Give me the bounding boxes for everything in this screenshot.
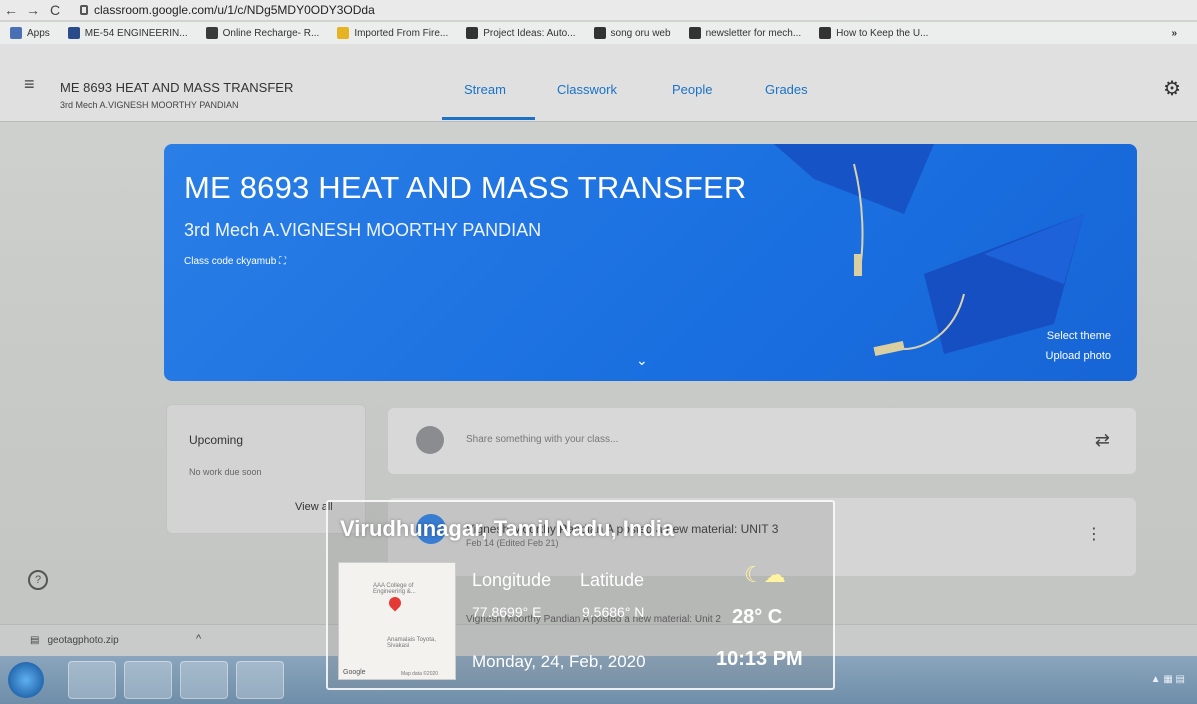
weather-night-icon: ☾☁ [744, 562, 786, 587]
map-pin-icon [386, 594, 404, 612]
bookmark-label[interactable]: newsletter for mech... [706, 28, 802, 39]
bookmark-icon [466, 27, 479, 39]
upcoming-title: Upcoming [189, 433, 244, 447]
bookmark-label[interactable]: How to Keep the U... [836, 28, 928, 39]
bookmark-item[interactable]: song oru web [593, 27, 671, 39]
latitude-label: Latitude [580, 570, 645, 590]
app-taskbar-icon[interactable] [180, 661, 228, 699]
download-item[interactable]: ▤ geotagphoto.zip [30, 635, 119, 646]
word-taskbar-icon[interactable] [236, 661, 284, 699]
classroom-header: ≡ ME 8693 HEAT AND MASS TRANSFER 3rd Mec… [0, 44, 1197, 122]
course-title[interactable]: ME 8693 HEAT AND MASS TRANSFER [60, 80, 293, 95]
longitude-label: Longitude [472, 570, 552, 590]
browser-toolbar: ← → C classroom.google.com/u/1/c/NDg5MDY… [0, 0, 1197, 20]
bookmark-item[interactable]: Imported From Fire... [337, 27, 448, 39]
select-theme-link[interactable]: Select theme [1047, 330, 1111, 342]
bookmark-icon [337, 27, 350, 39]
gear-icon[interactable]: ⚙ [1163, 76, 1181, 101]
map-brand: Google [343, 669, 366, 676]
download-filename[interactable]: geotagphoto.zip [47, 635, 118, 646]
banner-subtitle: 3rd Mech A.VIGNESH MOORTHY PANDIAN [184, 220, 542, 240]
bookmark-label[interactable]: song oru web [611, 28, 671, 39]
bookmark-label[interactable]: Project Ideas: Auto... [483, 28, 575, 39]
help-icon[interactable]: ? [28, 570, 48, 590]
bookmark-item[interactable]: Apps [10, 27, 50, 39]
class-code-text: Class code ckyamub [184, 256, 277, 267]
bookmark-label[interactable]: Online Recharge- R... [223, 28, 320, 39]
bookmark-icon [205, 27, 218, 39]
longitude-value: 77.8699° E [472, 604, 542, 620]
more-vert-icon[interactable]: ⋮ [1086, 524, 1102, 544]
menu-icon[interactable]: ≡ [24, 74, 35, 95]
bookmark-icon [593, 27, 606, 39]
bookmark-item[interactable]: ME-54 ENGINEERIN... [67, 27, 188, 39]
upcoming-empty: No work due soon [189, 467, 262, 477]
zip-file-icon: ▤ [30, 635, 40, 646]
tab-classwork[interactable]: Classwork [557, 82, 617, 97]
repost-icon[interactable]: ⇄ [1095, 430, 1110, 451]
chevron-up-icon[interactable]: ^ [196, 633, 201, 645]
banner-title: ME 8693 HEAT AND MASS TRANSFER [184, 170, 747, 205]
tab-grades[interactable]: Grades [765, 82, 808, 97]
explorer-taskbar-icon[interactable] [68, 661, 116, 699]
class-code: Class code ckyamub ⛶ [184, 256, 286, 267]
tab-stream[interactable]: Stream [464, 82, 506, 97]
geotag-overlay: Virudhunagar, Tamil Nadu, India AAA Coll… [326, 500, 835, 690]
geotag-map: AAA College of Engineering &... Anamalai… [338, 562, 456, 680]
class-banner: ME 8693 HEAT AND MASS TRANSFER 3rd Mech … [164, 144, 1137, 381]
back-icon[interactable]: ← [0, 2, 22, 18]
address-bar[interactable]: classroom.google.com/u/1/c/NDg5MDY0ODY3O… [80, 3, 375, 17]
bookmark-label[interactable]: Imported From Fire... [354, 28, 448, 39]
tab-people[interactable]: People [672, 82, 712, 97]
bookmarks-bar: Apps ME-54 ENGINEERIN... Online Recharge- … [0, 22, 1197, 44]
chrome-taskbar-icon[interactable] [124, 661, 172, 699]
temperature: 28° C [732, 606, 783, 628]
bookmark-label[interactable]: Apps [27, 28, 50, 39]
latitude-value: 9.5686° N [582, 604, 645, 620]
bookmark-icon [688, 27, 701, 39]
map-label-college: AAA College of Engineering &... [373, 583, 416, 595]
bookmark-item[interactable]: Online Recharge- R... [205, 27, 320, 39]
bookmark-item[interactable]: Project Ideas: Auto... [466, 27, 576, 39]
geotag-date: Monday, 24, Feb, 2020 [472, 652, 646, 671]
bookmark-item[interactable]: newsletter for mech... [688, 27, 802, 39]
share-box[interactable]: Share something with your class... ⇄ [388, 408, 1136, 474]
map-credit: Map data ©2020 [401, 671, 439, 677]
course-subtitle: 3rd Mech A.VIGNESH MOORTHY PANDIAN [60, 100, 239, 110]
map-label-nearby: Anamalais Toyota, Sivakasi [387, 637, 436, 649]
bookmarks-overflow-icon[interactable]: » [1171, 28, 1177, 39]
bookmark-icon [67, 27, 80, 39]
bookmark-icon [819, 27, 832, 39]
fullscreen-icon[interactable]: ⛶ [279, 256, 286, 267]
geotag-place: Virudhunagar, Tamil Nadu, India [340, 516, 675, 541]
active-tab-indicator [442, 117, 535, 120]
share-input[interactable]: Share something with your class... [466, 434, 618, 445]
avatar [416, 426, 444, 454]
chevron-down-icon[interactable]: ⌄ [636, 352, 648, 369]
lock-icon [80, 5, 88, 15]
start-button[interactable] [8, 662, 44, 698]
forward-icon[interactable]: → [22, 2, 44, 18]
bookmark-label[interactable]: ME-54 ENGINEERIN... [85, 28, 188, 39]
system-tray[interactable]: ▲ ▦ ▤ [1151, 674, 1185, 685]
upload-photo-link[interactable]: Upload photo [1046, 350, 1111, 362]
reload-icon[interactable]: C [44, 2, 66, 18]
geotag-time: 10:13 PM [716, 648, 803, 670]
bookmark-item[interactable]: How to Keep the U... [819, 27, 928, 39]
url-text[interactable]: classroom.google.com/u/1/c/NDg5MDY0ODY3O… [94, 3, 375, 17]
bookmark-icon [10, 27, 22, 39]
